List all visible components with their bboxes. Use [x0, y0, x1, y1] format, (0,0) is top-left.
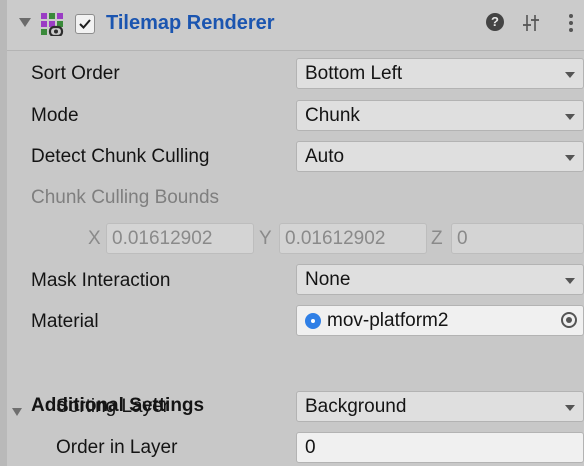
chevron-down-icon	[565, 114, 575, 120]
sorting-layer-dropdown[interactable]: Background	[296, 391, 584, 422]
inspector-panel: Tilemap Renderer ? Sort Order Bottom Lef…	[0, 0, 584, 466]
triangle-down-icon[interactable]	[19, 18, 31, 27]
bounds-y-label: Y	[259, 228, 272, 249]
component-title: Tilemap Renderer	[106, 12, 275, 34]
material-asset-icon	[305, 313, 321, 329]
chunk-culling-bounds-label: Chunk Culling Bounds	[31, 187, 220, 208]
bounds-x-field: 0.01612902	[106, 223, 254, 254]
sort-order-label: Sort Order	[31, 63, 120, 84]
sort-order-value: Bottom Left	[305, 63, 403, 84]
sorting-layer-value: Background	[305, 396, 407, 417]
order-in-layer-field[interactable]: 0	[296, 432, 584, 463]
chevron-down-icon	[565, 405, 575, 411]
material-label: Material	[31, 311, 99, 332]
mask-interaction-value: None	[305, 269, 351, 290]
kebab-menu-icon[interactable]	[567, 12, 575, 34]
order-in-layer-value: 0	[305, 437, 316, 458]
bounds-z-label: Z	[431, 228, 443, 249]
triangle-down-icon[interactable]	[12, 408, 22, 416]
mask-interaction-label: Mask Interaction	[31, 270, 171, 291]
sort-order-dropdown[interactable]: Bottom Left	[296, 58, 584, 89]
checkmark-icon	[79, 19, 91, 29]
presets-icon[interactable]	[522, 13, 540, 33]
material-object-field[interactable]: mov-platform2	[296, 305, 584, 336]
mask-interaction-dropdown[interactable]: None	[296, 264, 584, 295]
mode-dropdown[interactable]: Chunk	[296, 100, 584, 131]
mode-value: Chunk	[305, 105, 360, 126]
chevron-down-icon	[565, 278, 575, 284]
bounds-z-field: 0	[451, 223, 584, 254]
mode-label: Mode	[31, 105, 79, 126]
object-picker-icon[interactable]	[561, 312, 577, 328]
bounds-z-value: 0	[457, 228, 468, 249]
detect-chunk-culling-label: Detect Chunk Culling	[31, 146, 210, 167]
component-header[interactable]: Tilemap Renderer ?	[7, 0, 584, 51]
bounds-y-value: 0.01612902	[285, 228, 386, 249]
chevron-down-icon	[565, 155, 575, 161]
bounds-y-field: 0.01612902	[279, 223, 427, 254]
material-value: mov-platform2	[327, 310, 449, 331]
detect-chunk-culling-value: Auto	[305, 146, 345, 167]
order-in-layer-label: Order in Layer	[56, 437, 178, 458]
sorting-layer-label: Sorting Layer	[56, 396, 170, 417]
detect-chunk-culling-dropdown[interactable]: Auto	[296, 141, 584, 172]
bounds-x-label: X	[88, 228, 101, 249]
tilemap-renderer-icon	[41, 13, 64, 36]
bounds-x-value: 0.01612902	[112, 228, 213, 249]
inspector-left-edge	[0, 0, 7, 466]
chevron-down-icon	[565, 72, 575, 78]
help-icon[interactable]: ?	[486, 13, 504, 31]
component-enabled-checkbox[interactable]	[75, 14, 95, 34]
